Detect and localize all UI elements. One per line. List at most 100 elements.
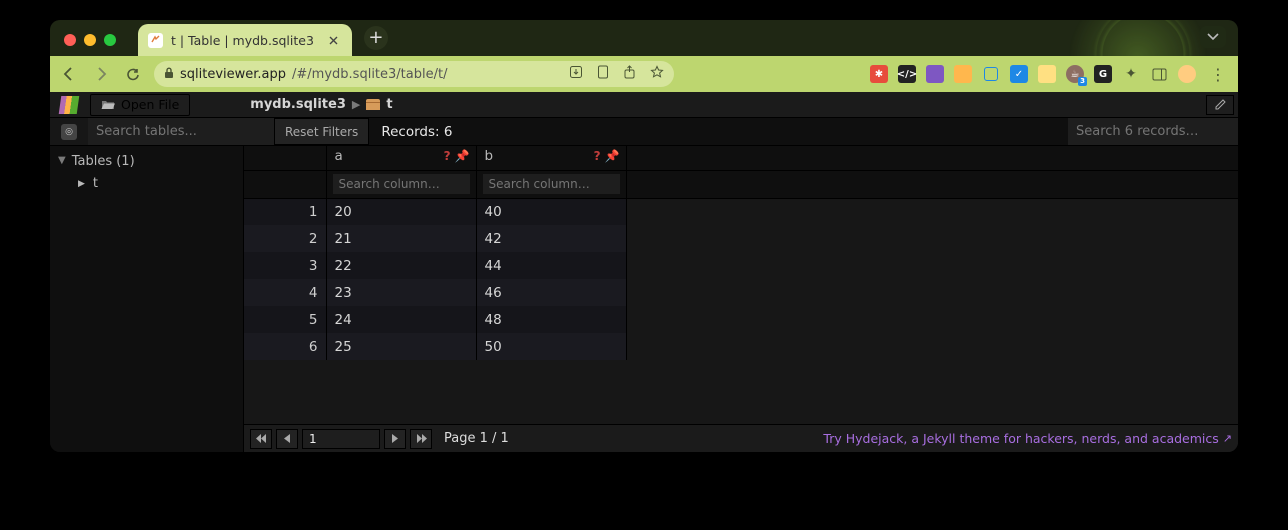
column-header-a[interactable]: a ? 📌	[326, 146, 476, 170]
cell[interactable]: 42	[476, 225, 626, 252]
extension-icon[interactable]: ☕3	[1066, 65, 1084, 83]
address-bar-actions	[569, 65, 664, 83]
row-index: 5	[244, 306, 326, 333]
edit-toggle-button[interactable]	[1206, 95, 1234, 115]
cell-rest	[626, 252, 1238, 279]
extension-icon[interactable]: ✓	[1010, 65, 1028, 83]
cell[interactable]: 20	[326, 198, 476, 225]
last-page-button[interactable]	[410, 429, 432, 449]
install-app-icon[interactable]	[569, 65, 583, 83]
table-row[interactable]: 42346	[244, 279, 1238, 306]
close-tab-button[interactable]	[326, 32, 342, 48]
browser-menu-icon[interactable]: ⋮	[1206, 65, 1230, 84]
browser-toolbar: sqliteviewer.app/#/mydb.sqlite3/table/t/…	[50, 56, 1238, 92]
chevron-right-icon: ▶	[78, 179, 85, 189]
extension-icon[interactable]	[982, 65, 1000, 83]
url-host: sqliteviewer.app	[180, 67, 286, 82]
extension-icon[interactable]	[926, 65, 944, 83]
maximize-window-button[interactable]	[104, 34, 116, 46]
browser-tab-strip: t | Table | mydb.sqlite3 +	[50, 20, 1238, 56]
side-panel-icon[interactable]	[1150, 65, 1168, 83]
reset-filters-button[interactable]: Reset Filters	[274, 118, 369, 145]
cell[interactable]: 40	[476, 198, 626, 225]
cell[interactable]: 48	[476, 306, 626, 333]
extension-icon[interactable]	[1038, 65, 1056, 83]
address-bar[interactable]: sqliteviewer.app/#/mydb.sqlite3/table/t/	[154, 61, 674, 87]
lock-icon	[164, 67, 174, 82]
forward-button[interactable]	[90, 63, 112, 85]
cell[interactable]: 25	[326, 333, 476, 360]
tab-title: t | Table | mydb.sqlite3	[171, 33, 314, 48]
pin-column-icon[interactable]: 📌	[605, 149, 620, 163]
external-link-icon: ↗	[1223, 432, 1232, 445]
sidebar-group-label: Tables (1)	[72, 154, 135, 169]
extension-icon[interactable]: ✱	[870, 65, 888, 83]
table-row[interactable]: 12040	[244, 198, 1238, 225]
table-row[interactable]: 52448	[244, 306, 1238, 333]
tabs-overflow-button[interactable]	[1200, 26, 1226, 48]
column-header-rest	[626, 146, 1238, 170]
cell-rest	[626, 198, 1238, 225]
prev-page-button[interactable]	[276, 429, 298, 449]
cell[interactable]: 22	[326, 252, 476, 279]
sidebar: ▼ Tables (1) ▶ t	[50, 146, 244, 452]
pin-column-icon[interactable]: 📌	[455, 149, 470, 163]
extensions-menu-icon[interactable]: ✦	[1122, 65, 1140, 83]
row-index: 1	[244, 198, 326, 225]
column-search-a[interactable]	[333, 174, 470, 194]
open-file-label: Open File	[121, 97, 179, 112]
extension-icon[interactable]: G	[1094, 65, 1112, 83]
page-input[interactable]	[302, 429, 380, 449]
table-icon	[366, 99, 380, 110]
cell[interactable]: 50	[476, 333, 626, 360]
table-row[interactable]: 32244	[244, 252, 1238, 279]
breadcrumb-table[interactable]: t	[386, 97, 392, 112]
cell[interactable]: 23	[326, 279, 476, 306]
app-root: Open File mydb.sqlite3 ▶ t ◎ Reset Filte…	[50, 92, 1238, 452]
minimize-window-button[interactable]	[84, 34, 96, 46]
sql-console-button[interactable]: ◎	[50, 118, 88, 145]
chevron-down-icon: ▼	[58, 155, 66, 166]
bookmark-star-icon[interactable]	[650, 65, 664, 83]
cell[interactable]: 44	[476, 252, 626, 279]
next-page-button[interactable]	[384, 429, 406, 449]
extension-icon[interactable]: </>	[898, 65, 916, 83]
cell[interactable]: 24	[326, 306, 476, 333]
sidebar-group-tables[interactable]: ▼ Tables (1)	[50, 150, 243, 173]
search-tables-input[interactable]	[88, 118, 274, 145]
row-index: 6	[244, 333, 326, 360]
close-window-button[interactable]	[64, 34, 76, 46]
tab-favicon	[148, 33, 163, 48]
reload-button[interactable]	[122, 63, 144, 85]
sidebar-item-table[interactable]: ▶ t	[50, 173, 243, 194]
breadcrumb-db[interactable]: mydb.sqlite3	[250, 97, 346, 112]
column-header-b[interactable]: b ? 📌	[476, 146, 626, 170]
data-table: a ? 📌 b ? 📌	[244, 146, 1238, 360]
cell[interactable]: 21	[326, 225, 476, 252]
new-tab-button[interactable]: +	[364, 26, 388, 50]
column-type-icon[interactable]: ?	[594, 149, 601, 163]
page-label: Page 1 / 1	[444, 431, 509, 446]
column-type-icon[interactable]: ?	[444, 149, 451, 163]
back-button[interactable]	[58, 63, 80, 85]
first-page-button[interactable]	[250, 429, 272, 449]
window-controls	[50, 34, 130, 56]
table-row[interactable]: 22142	[244, 225, 1238, 252]
share-icon[interactable]	[623, 65, 636, 83]
browser-tab[interactable]: t | Table | mydb.sqlite3	[138, 24, 352, 56]
row-index: 3	[244, 252, 326, 279]
extension-icon[interactable]	[954, 65, 972, 83]
profile-avatar[interactable]	[1178, 65, 1196, 83]
pagination-footer: Page 1 / 1 Try Hydejack, a Jekyll theme …	[244, 424, 1238, 452]
cell[interactable]: 46	[476, 279, 626, 306]
column-search-b[interactable]	[483, 174, 620, 194]
promo-link[interactable]: Try Hydejack, a Jekyll theme for hackers…	[823, 431, 1232, 446]
search-records-input[interactable]	[1068, 118, 1238, 145]
table-row[interactable]: 62550	[244, 333, 1238, 360]
row-index: 2	[244, 225, 326, 252]
reader-icon[interactable]	[597, 65, 609, 83]
cell-rest	[626, 279, 1238, 306]
open-file-button[interactable]: Open File	[90, 94, 190, 116]
sidebar-item-label: t	[93, 176, 98, 191]
cell-rest	[626, 225, 1238, 252]
